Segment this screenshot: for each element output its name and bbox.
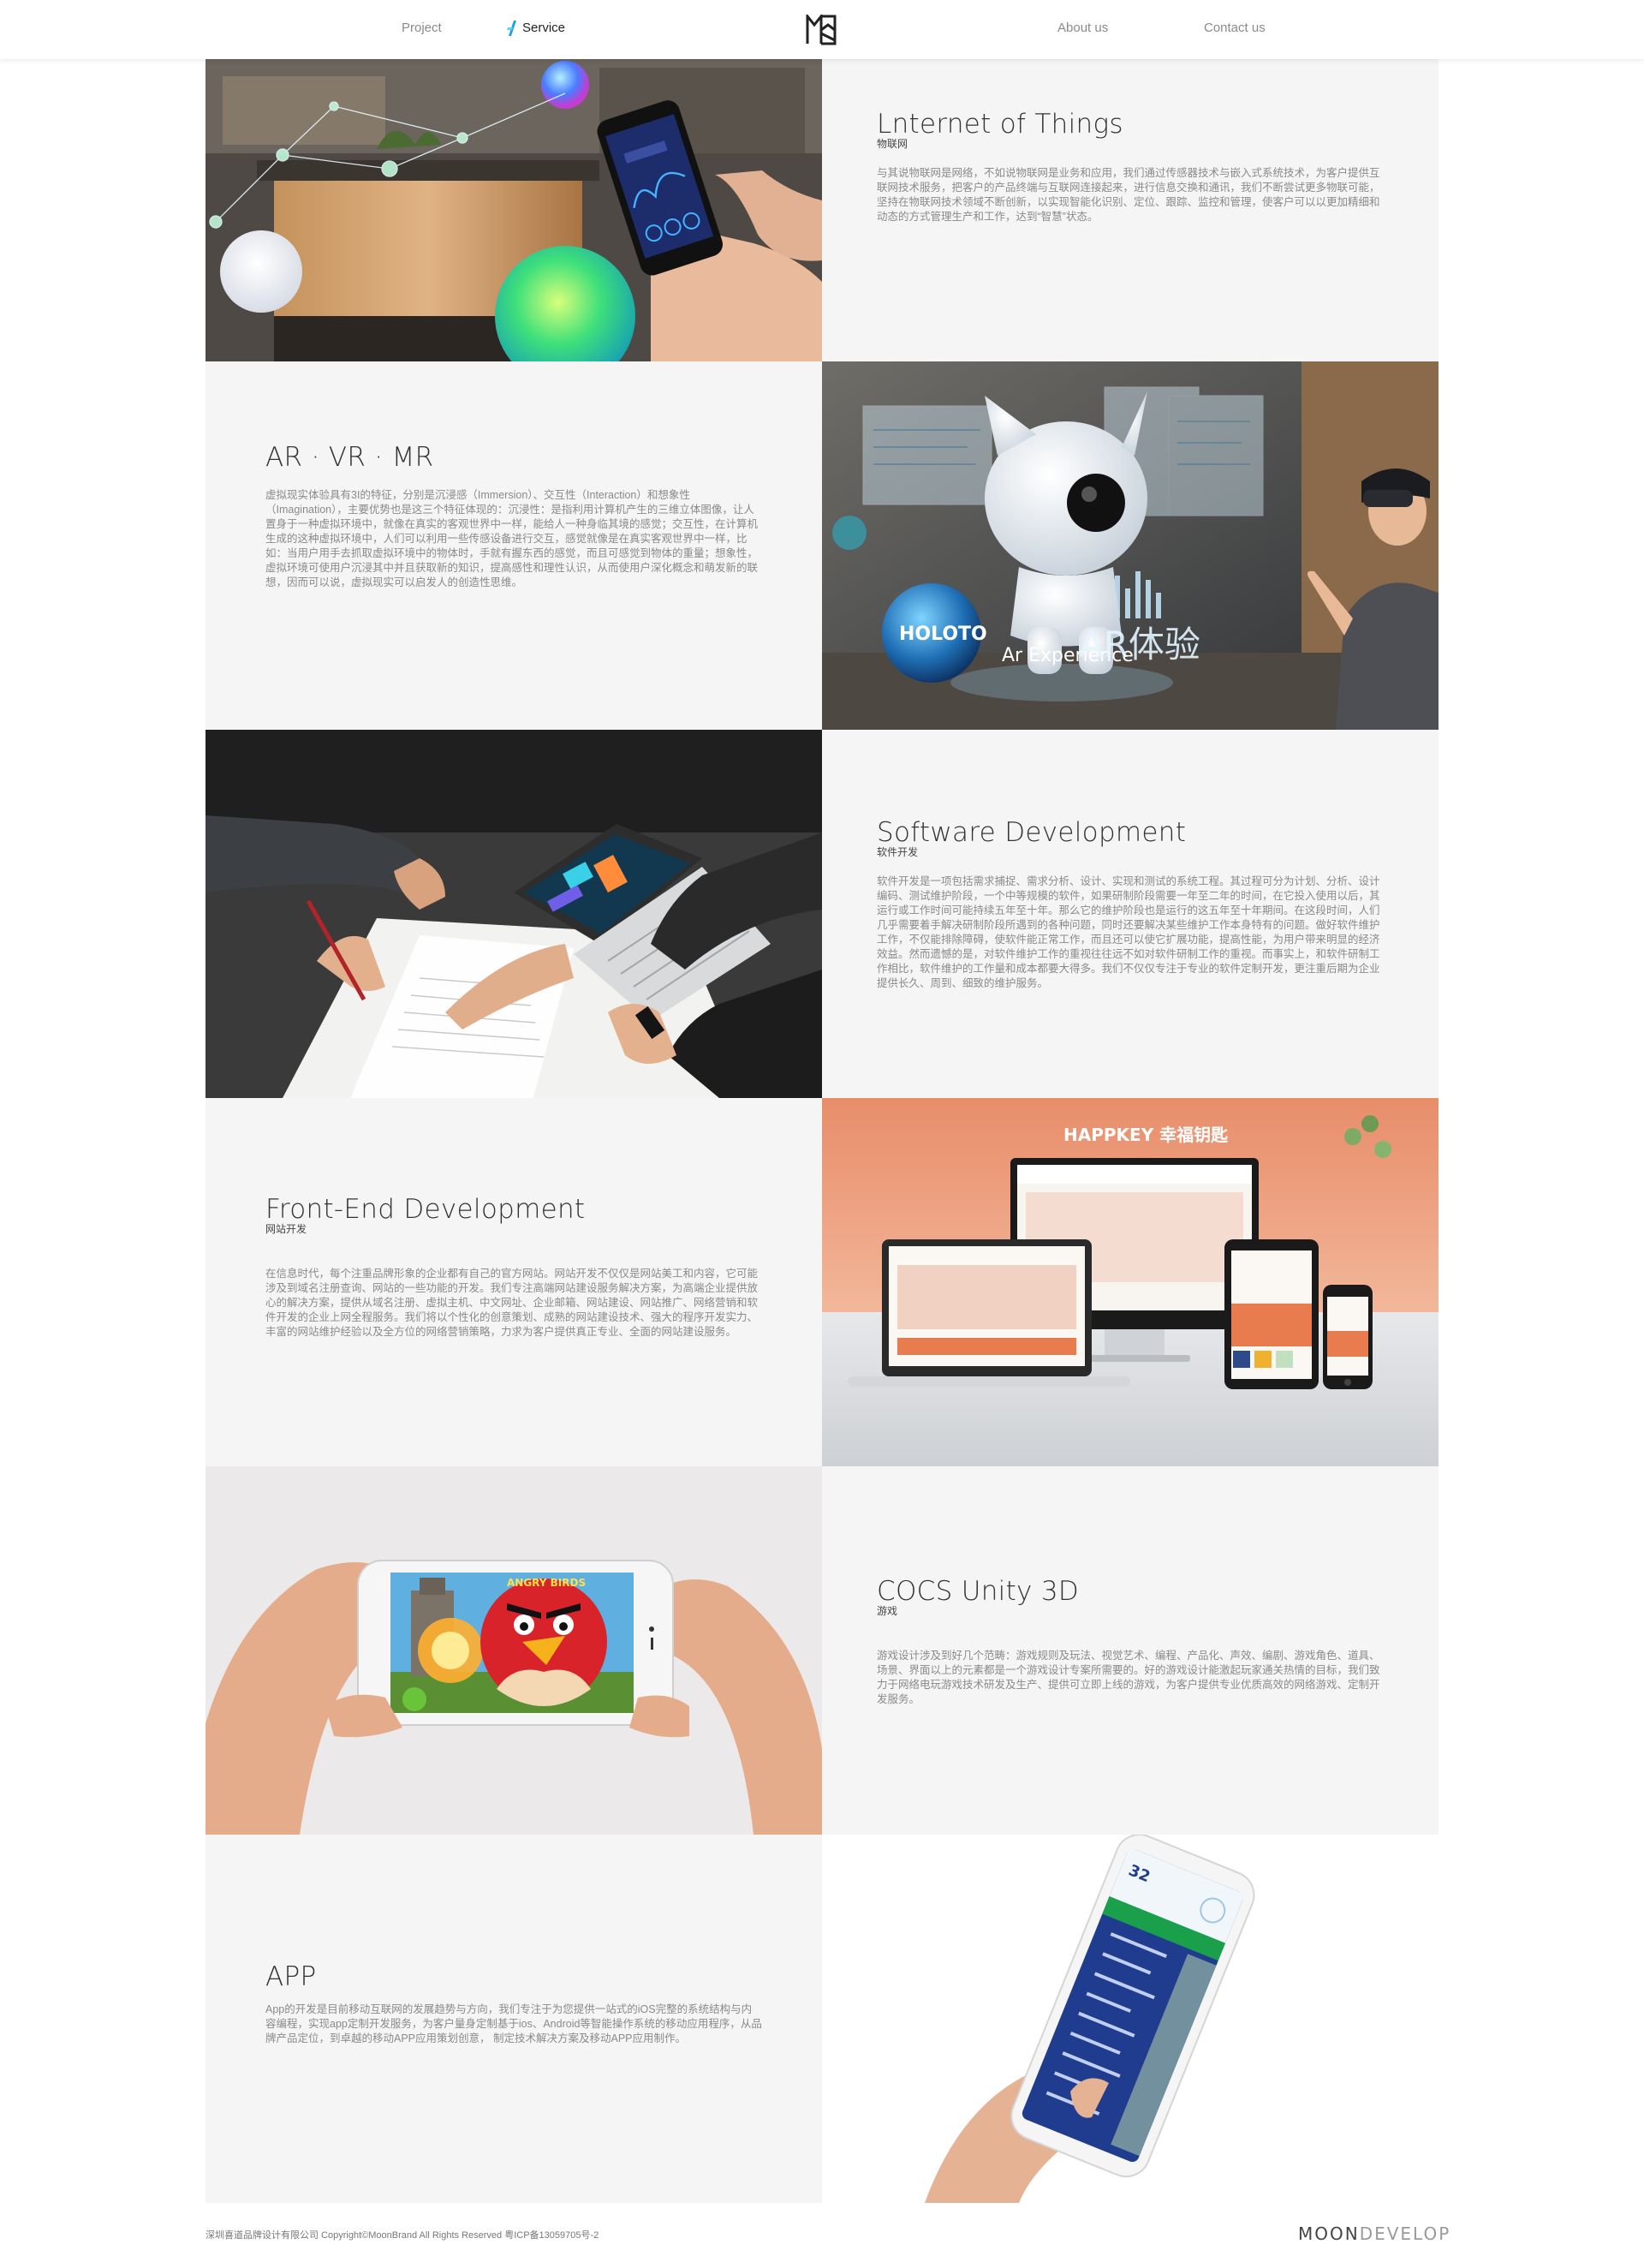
- mobile-game-image: ANGRY BIRDS: [206, 1466, 822, 1835]
- nav-project[interactable]: Project: [402, 21, 442, 35]
- nav-service[interactable]: Service: [507, 21, 566, 36]
- footer-brand-logo[interactable]: MOONDEVELOP: [1298, 2223, 1450, 2244]
- ar-experience-image: HOLOTO Ar Experience AR体验: [822, 361, 1438, 730]
- responsive-devices-image: HAPPKEY 幸福钥匙: [822, 1098, 1438, 1466]
- iot-illustration: [206, 59, 822, 361]
- moon-logo-icon[interactable]: [806, 15, 837, 45]
- footer-brand-main: MOON: [1298, 2223, 1360, 2244]
- section-title: Software Development: [877, 817, 1187, 848]
- nav-contact-us[interactable]: Contact us: [1204, 21, 1266, 35]
- ar-globe-text: HOLOTO: [899, 624, 987, 645]
- footer-brand-sub: DEVELOP: [1359, 2223, 1451, 2244]
- section-description: 与其说物联网是网络，不如说物联网是业务和应用，我们通过传感器技术与嵌入式系统技术…: [877, 167, 1380, 223]
- software-text-panel: Software Development 软件开发 软件开发是一项包括需求捕捉、…: [822, 730, 1438, 1098]
- service-row-unity: ANGRY BIRDS COCS Unity 3D 游戏 游戏设计涉及到好几个范…: [206, 1466, 1438, 1835]
- ar-text-panel: AR · VR · MR 虚拟现实体验具有3I的特征，分别是沉浸感（Immers…: [206, 361, 822, 730]
- service-row-app: APP App的开发是目前移动互联网的发展趋势与方向，我们专注于为您提供一站式的…: [206, 1835, 1438, 2203]
- nav-about-us[interactable]: About us: [1057, 21, 1108, 35]
- section-description: 虚拟现实体验具有3I的特征，分别是沉浸感（Immersion）、交互性（Inte…: [265, 489, 759, 588]
- software-illustration: [206, 730, 822, 1098]
- ar-illustration: HOLOTO Ar Experience AR体验: [822, 361, 1438, 730]
- ar-experience-title: AR体验: [1079, 624, 1200, 665]
- section-title: COCS Unity 3D: [877, 1576, 1080, 1607]
- top-navigation: Project Service About us Contact us: [0, 0, 1644, 59]
- happkey-brand: HAPPKEY 幸福钥匙: [1063, 1125, 1229, 1145]
- nav-service-label: Service: [522, 21, 566, 35]
- service-active-icon: [507, 21, 516, 36]
- section-description: 在信息时代，每个注重品牌形象的企业都有自己的官方网站。网站开发不仅仅是网站美工和…: [265, 1268, 759, 1338]
- unity-text-panel: COCS Unity 3D 游戏 游戏设计涉及到好几个范畴：游戏规则及玩法、视觉…: [822, 1466, 1438, 1835]
- unity-illustration: ANGRY BIRDS: [206, 1466, 822, 1835]
- laptop-desk-team-image: [206, 730, 822, 1098]
- front-end-illustration: HAPPKEY 幸福钥匙: [822, 1098, 1438, 1466]
- service-row-software: Software Development 软件开发 软件开发是一项包括需求捕捉、…: [206, 730, 1438, 1098]
- app-phone-image: 32: [822, 1835, 1438, 2203]
- section-description: 游戏设计涉及到好几个范畴：游戏规则及玩法、视觉艺术、编程、产品化、声效、编剧、游…: [877, 1650, 1380, 1705]
- game-title-text: ANGRY BIRDS: [507, 1577, 586, 1589]
- section-title: AR · VR · MR: [265, 442, 434, 473]
- section-title: Lnternet of Things: [877, 109, 1123, 140]
- service-row-ar-vr-mr: AR · VR · MR 虚拟现实体验具有3I的特征，分别是沉浸感（Immers…: [206, 361, 1438, 730]
- app-illustration: 32: [822, 1835, 1438, 2203]
- app-text-panel: APP App的开发是目前移动互联网的发展趋势与方向，我们专注于为您提供一站式的…: [206, 1835, 822, 2203]
- service-row-front-end: Front-End Development 网站开发 在信息时代，每个注重品牌形…: [206, 1098, 1438, 1466]
- section-description: 软件开发是一项包括需求捕捉、需求分析、设计、实现和测试的系统工程。其过程可分为计…: [877, 875, 1380, 989]
- section-title: Front-End Development: [265, 1194, 586, 1225]
- front-end-text-panel: Front-End Development 网站开发 在信息时代，每个注重品牌形…: [206, 1098, 822, 1466]
- footer-copyright: 深圳喜道品牌设计有限公司 Copyright©MoonBrand All Rig…: [206, 2230, 599, 2241]
- section-title: APP: [265, 1961, 317, 1992]
- section-description: App的开发是目前移动互联网的发展趋势与方向，我们专注于为您提供一站式的iOS完…: [265, 2003, 762, 2044]
